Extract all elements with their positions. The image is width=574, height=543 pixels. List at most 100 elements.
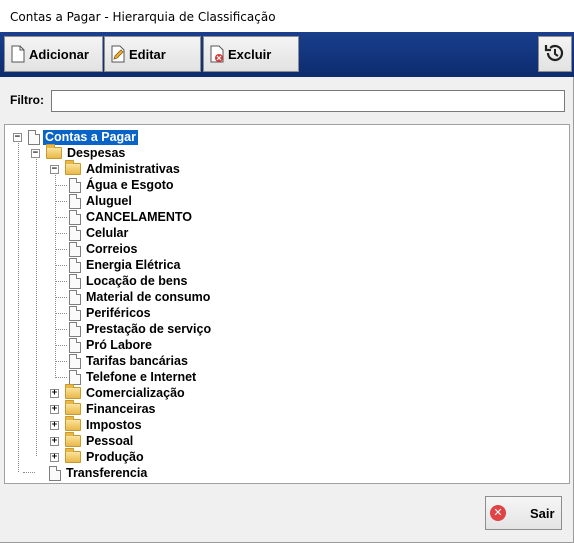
tree-node-label: Pessoal: [86, 433, 134, 448]
document-icon: [69, 257, 81, 273]
expand-icon[interactable]: +: [50, 452, 59, 462]
tree-node-leaf[interactable]: Periféricos: [69, 305, 153, 321]
expand-icon[interactable]: +: [50, 420, 59, 430]
tree-node-group[interactable]: + Produção: [50, 448, 146, 465]
window-title: Contas a Pagar - Hierarquia de Classific…: [10, 10, 276, 24]
refresh-button[interactable]: [538, 36, 572, 72]
tree-node-label: Energia Elétrica: [86, 257, 181, 272]
tree-node-label: Correios: [86, 241, 138, 256]
classification-tree[interactable]: − Contas a Pagar − Despesas − Administra…: [4, 124, 570, 484]
folder-open-icon: [65, 160, 81, 175]
tree-line: [55, 265, 67, 266]
tree-node-transferencia[interactable]: Transferencia: [49, 465, 149, 481]
close-icon: ✕: [490, 505, 506, 521]
delete-document-icon: [210, 45, 224, 63]
collapse-icon[interactable]: −: [31, 148, 40, 158]
tree-node-label: Contas a Pagar: [43, 129, 139, 145]
tree-node-leaf[interactable]: Pró Labore: [69, 337, 154, 353]
expand-icon[interactable]: +: [50, 436, 59, 446]
tree-line: [55, 281, 67, 282]
tree-line: [55, 249, 67, 250]
tree-node-label: Produção: [86, 449, 144, 464]
tree-node-label: Celular: [86, 225, 129, 240]
tree-node-leaf[interactable]: Celular: [69, 225, 130, 241]
tree-node-group[interactable]: + Comercialização: [50, 384, 187, 401]
tree-node-root[interactable]: − Contas a Pagar: [13, 129, 139, 145]
refresh-icon: [543, 41, 567, 68]
tree-node-leaf[interactable]: Aluguel: [69, 193, 134, 209]
document-icon: [69, 193, 81, 209]
tree-line: [23, 472, 35, 473]
tree-line: [55, 233, 67, 234]
document-icon: [49, 465, 61, 481]
tree-line: [55, 345, 67, 346]
exit-button-label: Sair: [530, 505, 555, 521]
edit-button[interactable]: Editar: [104, 36, 201, 72]
tree-node-leaf[interactable]: Correios: [69, 241, 139, 257]
tree-node-group[interactable]: + Impostos: [50, 416, 144, 433]
tree-node-despesas[interactable]: − Despesas: [31, 144, 127, 161]
tree-node-label: Água e Esgoto: [86, 177, 174, 192]
document-icon: [28, 129, 40, 145]
expand-icon[interactable]: +: [50, 388, 59, 398]
edit-button-label: Editar: [129, 46, 166, 62]
add-button[interactable]: Adicionar: [4, 36, 103, 72]
collapse-icon[interactable]: −: [13, 132, 22, 142]
tree-node-administrativas[interactable]: − Administrativas: [50, 160, 182, 177]
tree-node-label: Aluguel: [86, 193, 132, 208]
tree-node-label: Telefone e Internet: [86, 369, 197, 384]
folder-icon: [65, 400, 81, 415]
tree-node-label: Locação de bens: [86, 273, 188, 288]
collapse-icon[interactable]: −: [50, 164, 59, 174]
expand-icon[interactable]: +: [50, 404, 59, 414]
tree-node-group[interactable]: + Pessoal: [50, 432, 135, 449]
folder-icon: [65, 384, 81, 399]
tree-line: [55, 313, 67, 314]
tree-line: [55, 361, 67, 362]
tree-line: [55, 297, 67, 298]
folder-icon: [65, 432, 81, 447]
delete-button-label: Excluir: [228, 46, 272, 62]
folder-open-icon: [46, 144, 62, 159]
tree-node-group[interactable]: + Financeiras: [50, 400, 157, 417]
tree-node-leaf[interactable]: Energia Elétrica: [69, 257, 183, 273]
tree-node-leaf[interactable]: Locação de bens: [69, 273, 189, 289]
tree-node-leaf[interactable]: CANCELAMENTO: [69, 209, 194, 225]
tree-node-label: Pró Labore: [86, 337, 152, 352]
tree-node-label: Periféricos: [86, 305, 151, 320]
filter-label: Filtro:: [10, 93, 44, 107]
delete-button[interactable]: Excluir: [203, 36, 299, 72]
tree-line: [55, 217, 67, 218]
folder-icon: [65, 448, 81, 463]
tree-node-leaf[interactable]: Água e Esgoto: [69, 177, 176, 193]
tree-node-leaf[interactable]: Material de consumo: [69, 289, 212, 305]
tree-node-label: Impostos: [86, 417, 142, 432]
new-document-icon: [11, 45, 25, 63]
tree-node-leaf[interactable]: Telefone e Internet: [69, 369, 198, 385]
tree-node-leaf[interactable]: Prestação de serviço: [69, 321, 213, 337]
tree-line: [55, 377, 67, 378]
edit-document-icon: [111, 45, 125, 63]
document-icon: [69, 177, 81, 193]
toolbar: Adicionar Editar Excluir: [0, 32, 574, 77]
exit-button[interactable]: ✕ Sair: [485, 496, 562, 530]
tree-node-label: Prestação de serviço: [86, 321, 212, 336]
add-button-label: Adicionar: [29, 46, 89, 62]
document-icon: [69, 225, 81, 241]
document-icon: [69, 305, 81, 321]
document-icon: [69, 273, 81, 289]
tree-node-label: Material de consumo: [86, 289, 211, 304]
tree-node-label: Administrativas: [86, 161, 180, 176]
tree-node-leaf[interactable]: Tarifas bancárias: [69, 353, 190, 369]
classification-window: Contas a Pagar - Hierarquia de Classific…: [0, 0, 574, 543]
tree-node-label: Comercialização: [86, 385, 185, 400]
tree-node-label: Despesas: [67, 145, 126, 160]
tree-line: [55, 185, 67, 186]
document-icon: [69, 369, 81, 385]
filter-input[interactable]: [51, 90, 565, 112]
document-icon: [69, 209, 81, 225]
tree-node-label: Transferencia: [66, 465, 148, 480]
document-icon: [69, 337, 81, 353]
tree-node-label: CANCELAMENTO: [86, 209, 193, 224]
tree-node-label: Tarifas bancárias: [86, 353, 188, 368]
